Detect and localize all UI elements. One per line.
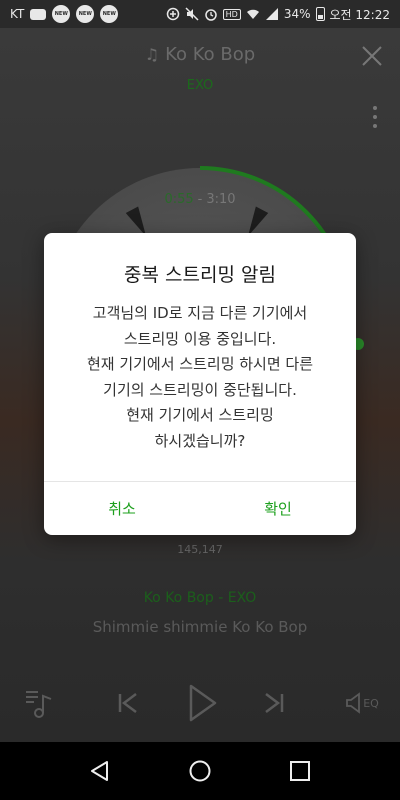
dialog-message: 고객님의 ID로 지금 다른 기기에서 스트리밍 이용 중입니다. 현재 기기에… <box>60 301 340 454</box>
dialog-message-line: 기기의 스트리밍이 중단됩니다. <box>103 380 297 399</box>
dialog-message-line: 고객님의 ID로 지금 다른 기기에서 <box>92 304 308 322</box>
duplicate-streaming-dialog: 중복 스트리밍 알림 고객님의 ID로 지금 다른 기기에서 스트리밍 이용 중… <box>44 233 356 535</box>
cancel-button[interactable]: 취소 <box>44 482 200 535</box>
recents-icon <box>290 761 310 781</box>
dialog-title: 중복 스트리밍 알림 <box>124 264 276 286</box>
dialog-message-line: 현재 기기에서 스트리밍 하시면 다른 <box>86 355 314 373</box>
home-icon <box>189 760 211 782</box>
back-icon <box>91 761 108 781</box>
navigation-bar <box>0 742 400 800</box>
recents-button[interactable] <box>280 751 320 791</box>
dialog-message-line: 현재 기기에서 스트리밍 <box>126 406 274 424</box>
confirm-button[interactable]: 확인 <box>200 482 356 535</box>
home-button[interactable] <box>180 751 220 791</box>
dialog-message-line: 하시겠습니까? <box>154 431 246 450</box>
back-button[interactable] <box>80 751 120 791</box>
dialog-message-line: 스트리밍 이용 중입니다. <box>123 329 277 348</box>
dialog-overlay: 중복 스트리밍 알림 고객님의 ID로 지금 다른 기기에서 스트리밍 이용 중… <box>0 0 400 742</box>
